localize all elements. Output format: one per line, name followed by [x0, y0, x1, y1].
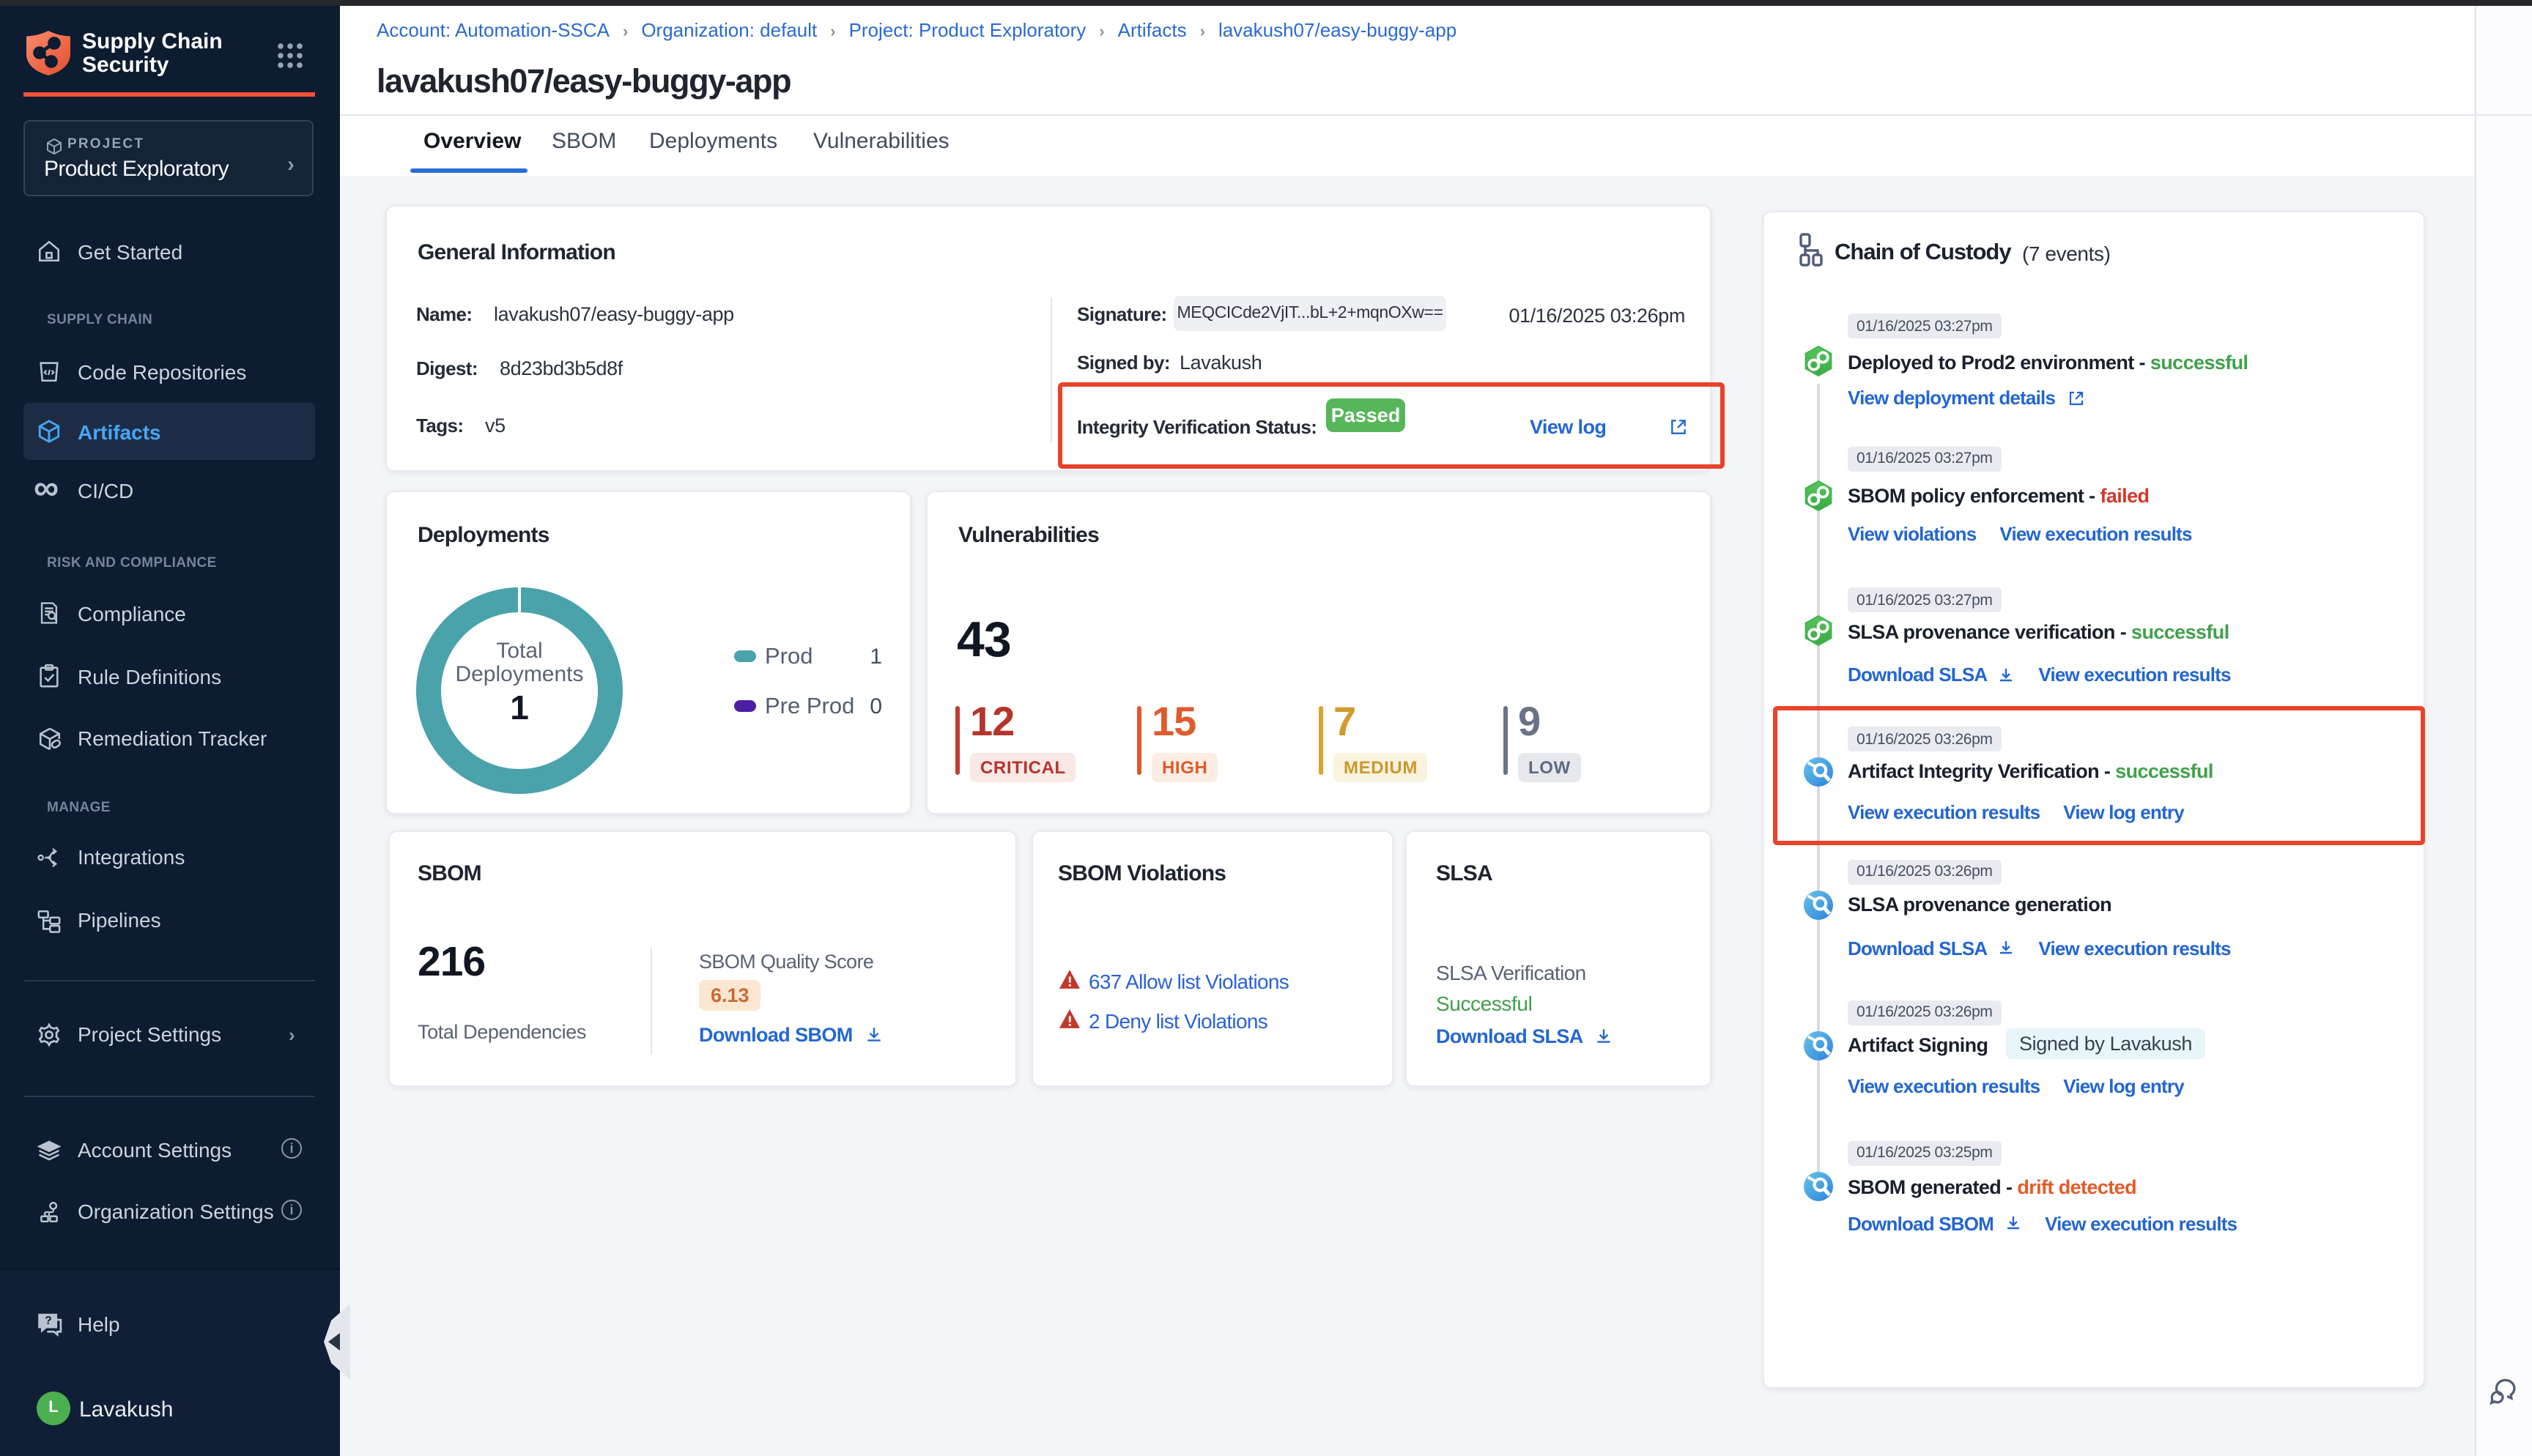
svg-text:?: ?	[45, 1315, 51, 1327]
